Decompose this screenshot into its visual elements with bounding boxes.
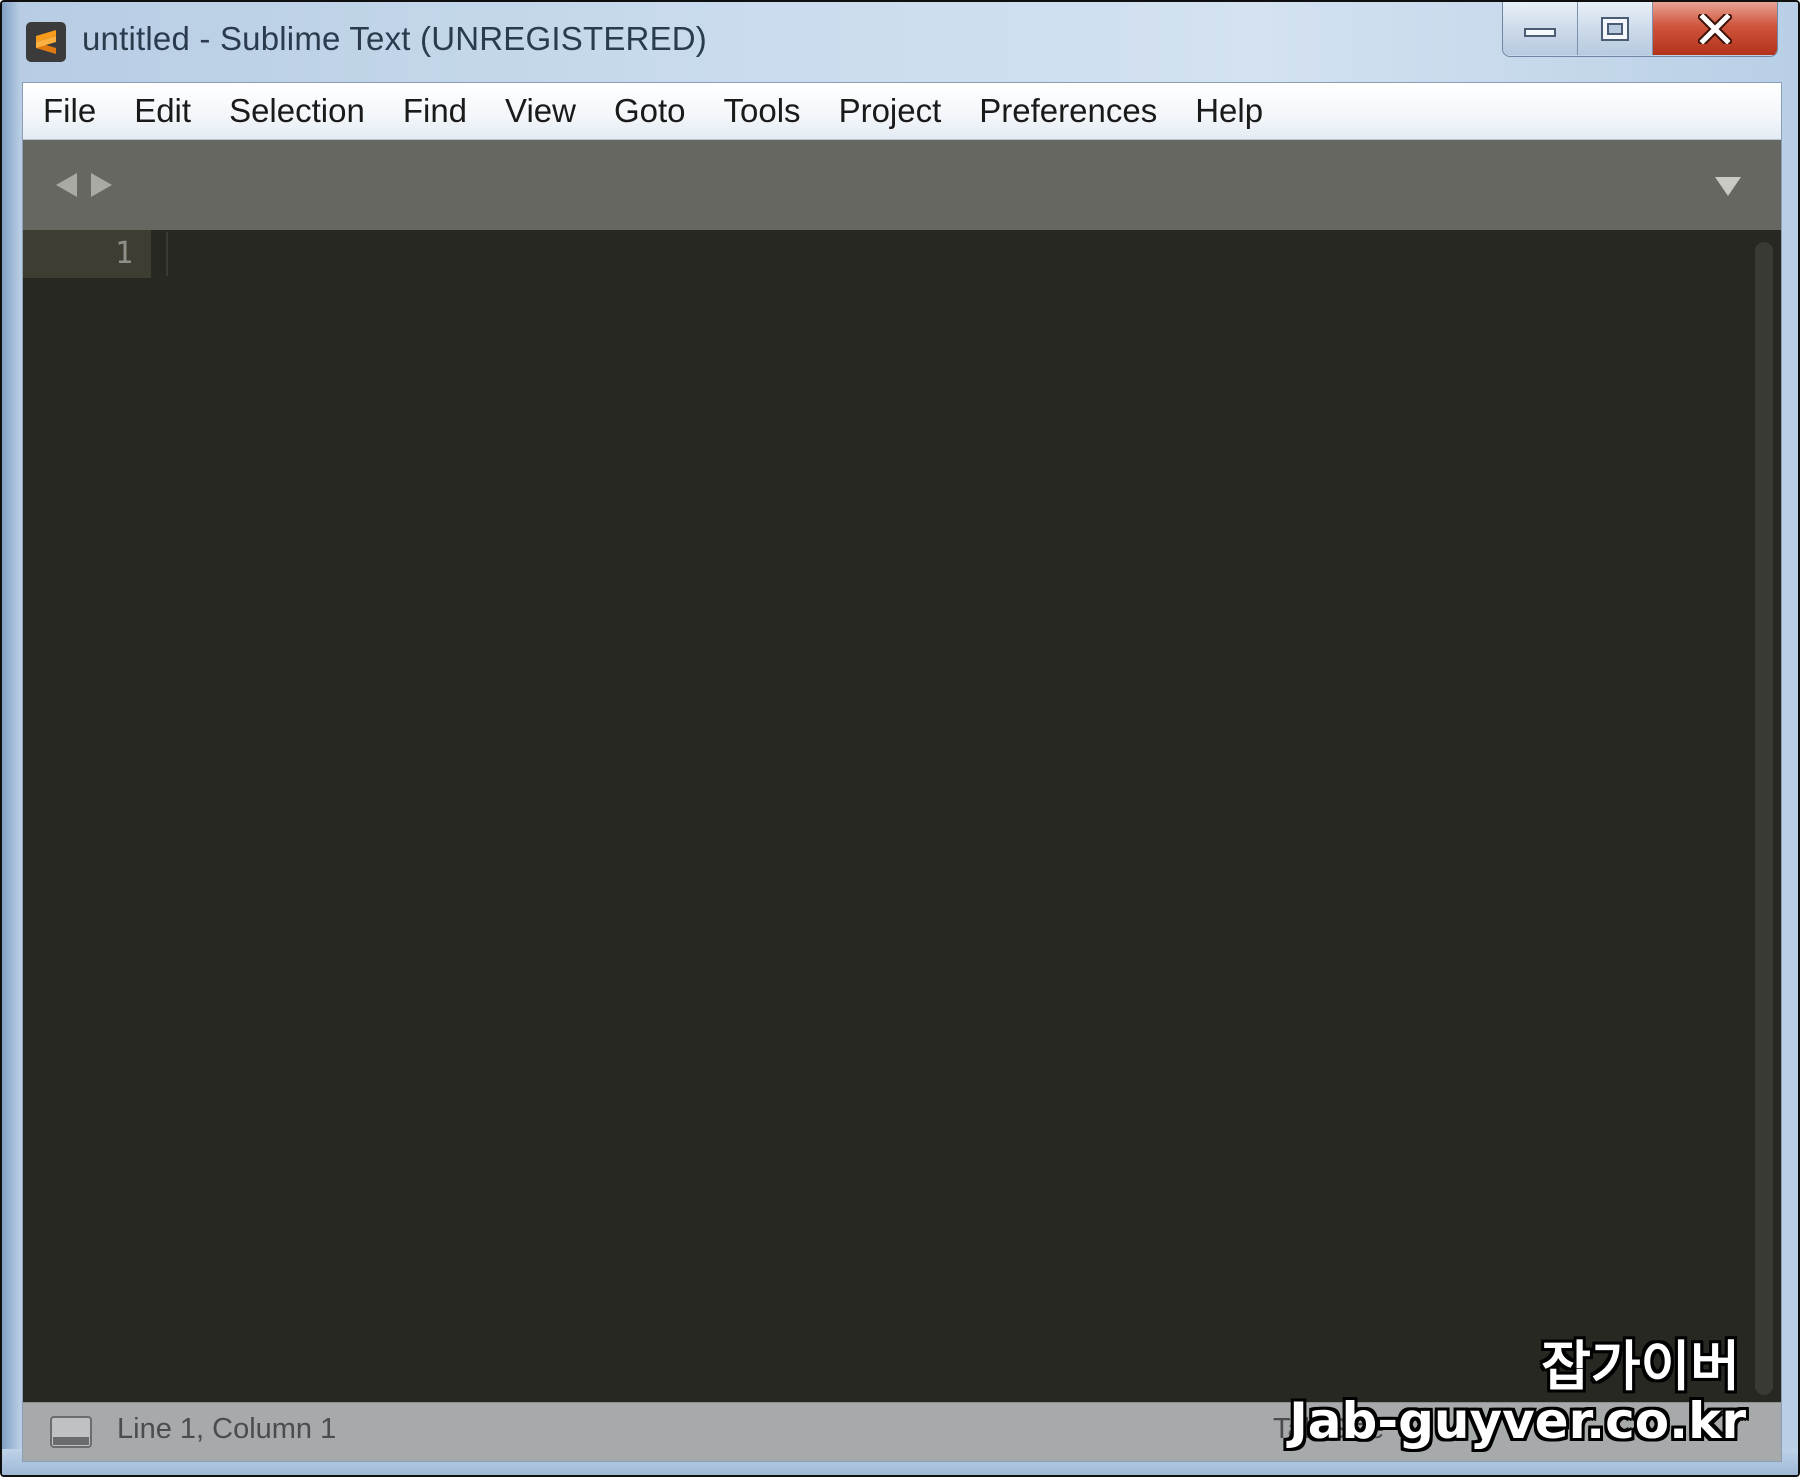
cursor-position: Line 1, Column 1: [117, 1413, 337, 1445]
watermark-korean: 잡가이버: [1541, 1335, 1740, 1398]
menu-file[interactable]: File: [23, 83, 115, 139]
menu-help[interactable]: Help: [1176, 83, 1282, 139]
chevron-left-icon[interactable]: [53, 170, 79, 200]
title-bar[interactable]: untitled - Sublime Text (UNREGISTERED): [2, 2, 1798, 82]
menu-tools[interactable]: Tools: [705, 83, 820, 139]
menu-edit[interactable]: Edit: [115, 83, 210, 139]
menu-goto[interactable]: Goto: [595, 83, 705, 139]
close-button[interactable]: [1652, 2, 1777, 55]
menu-selection[interactable]: Selection: [210, 83, 384, 139]
line-number: 1: [114, 236, 133, 271]
maximize-button[interactable]: [1577, 2, 1652, 55]
minimize-button[interactable]: [1503, 2, 1577, 55]
text-editor[interactable]: 1: [23, 230, 1781, 1403]
menu-project[interactable]: Project: [820, 83, 961, 139]
editor-client-area: File Edit Selection Find View Goto Tools…: [22, 82, 1782, 1462]
chevron-right-icon[interactable]: [89, 170, 115, 200]
text-cursor: [166, 232, 168, 276]
window-title: untitled - Sublime Text (UNREGISTERED): [82, 20, 707, 57]
menu-bar: File Edit Selection Find View Goto Tools…: [23, 83, 1781, 140]
sublime-text-icon[interactable]: [26, 22, 66, 62]
vertical-scrollbar[interactable]: [1755, 242, 1773, 1395]
close-icon: [1698, 13, 1732, 44]
triangle-down-icon[interactable]: [1713, 174, 1743, 198]
menu-view[interactable]: View: [486, 83, 595, 139]
window-controls: [1502, 2, 1778, 57]
tab-navigation: [53, 170, 115, 200]
watermark-domain: Jab-guyver.co.kr: [1289, 1392, 1746, 1450]
minimize-icon: [1524, 27, 1556, 37]
application-window: untitled - Sublime Text (UNREGISTERED) F…: [0, 0, 1800, 1477]
maximize-icon: [1601, 16, 1629, 41]
menu-find[interactable]: Find: [384, 83, 486, 139]
console-panel-icon[interactable]: [49, 1415, 93, 1449]
tab-bar: [23, 140, 1781, 230]
menu-preferences[interactable]: Preferences: [960, 83, 1176, 139]
